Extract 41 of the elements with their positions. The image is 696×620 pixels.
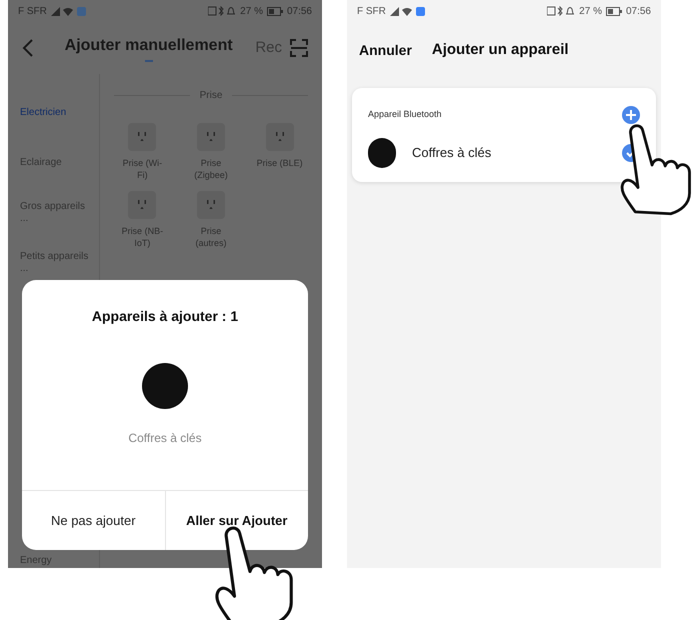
product-label: Prise (NB-IoT) — [120, 225, 164, 249]
device-name: Coffres à clés — [127, 430, 203, 447]
status-icons — [208, 6, 236, 16]
signal-icon — [50, 6, 73, 16]
screen-title: Ajouter un appareil — [432, 40, 569, 60]
battery-percent: 27 % — [579, 4, 602, 18]
socket-icon[interactable] — [128, 191, 156, 219]
clock-time: 07:56 — [286, 4, 312, 18]
battery-icon — [606, 6, 622, 16]
section-title: Prise — [200, 89, 222, 103]
socket-icon[interactable] — [196, 191, 225, 219]
device-image — [142, 363, 188, 409]
clock-time: 07:56 — [626, 4, 651, 18]
battery-percent: 27 % — [240, 4, 263, 18]
product-label: Prise (Wi-Fi) — [122, 157, 164, 181]
category-item[interactable]: Petits appareils ... — [20, 238, 92, 288]
product-label: Prise (Zigbee) — [193, 157, 229, 181]
carrier-name: F SFR — [18, 4, 47, 18]
section-title: Appareil Bluetooth — [368, 108, 442, 122]
device-name: Coffres à clés — [412, 144, 492, 162]
cancel-button[interactable]: Annuler — [359, 40, 412, 60]
scan-icon[interactable] — [290, 39, 308, 57]
category-item: Energy — [20, 554, 53, 568]
battery-icon — [266, 6, 283, 16]
product-label: Prise (BLE) — [256, 157, 303, 169]
tab-indicator — [144, 60, 153, 62]
product-label: Prise (autres) — [194, 225, 228, 249]
category-item[interactable]: Electricien — [20, 88, 92, 138]
add-icon[interactable] — [622, 106, 640, 124]
screen-title: Ajouter manuellement — [64, 36, 233, 56]
socket-icon[interactable] — [266, 123, 294, 151]
signal-icon — [390, 6, 412, 16]
dialog-title: Appareils à ajouter : 1 — [90, 307, 240, 326]
carrier-name: F SFR — [357, 4, 386, 18]
dialog-button[interactable]: Ne pas ajouter — [22, 491, 164, 550]
device-image — [368, 138, 396, 168]
category-item[interactable]: Gros appareils ... — [20, 188, 92, 238]
status-icons — [547, 6, 576, 16]
socket-icon[interactable] — [196, 123, 225, 151]
socket-icon[interactable] — [128, 123, 156, 151]
category-item[interactable]: Eclairage — [20, 138, 92, 188]
